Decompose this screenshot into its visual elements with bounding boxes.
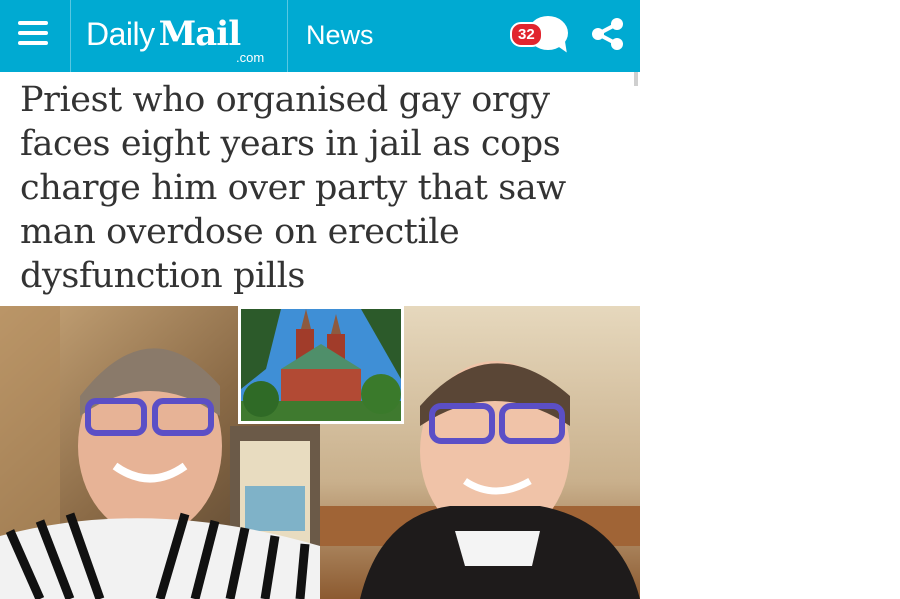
logo-daily-text: Daily [86, 16, 155, 52]
divider [70, 0, 71, 72]
logo-com-text: .com [236, 50, 265, 65]
article-hero-images[interactable] [0, 306, 640, 599]
dailymail-logo[interactable]: Daily Mail .com [86, 14, 264, 65]
comments-button[interactable]: 32 [510, 16, 571, 56]
mobile-page: Daily Mail .com News 32 Priest who organi… [0, 0, 640, 599]
divider [287, 0, 288, 72]
share-icon[interactable] [590, 16, 626, 52]
hamburger-menu-icon[interactable] [18, 18, 48, 48]
comment-count-badge: 32 [510, 22, 543, 47]
article-headline: Priest who organised gay orgy faces eigh… [20, 80, 566, 296]
section-label[interactable]: News [306, 20, 374, 51]
logo-mail-text: Mail [158, 14, 241, 54]
top-navigation-bar: Daily Mail .com News 32 [0, 0, 640, 72]
scrollbar[interactable] [634, 72, 638, 86]
church-inset-photo[interactable] [238, 306, 404, 424]
